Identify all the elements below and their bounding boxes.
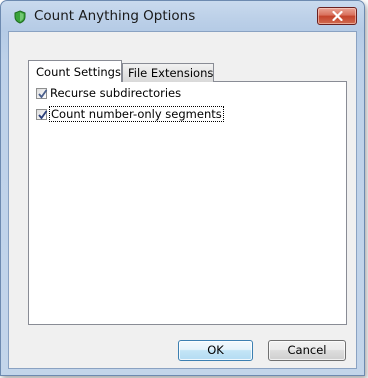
tab-count-settings[interactable]: Count Settings	[28, 60, 122, 82]
window-title: Count Anything Options	[34, 8, 196, 24]
tab-file-extensions[interactable]: File Extensions	[122, 63, 214, 82]
cancel-button[interactable]: Cancel	[268, 340, 346, 361]
checkmark-icon	[38, 88, 48, 98]
count-number-only-segments-label: Count number-only segments	[49, 106, 224, 122]
tab-file-extensions-label: File Extensions	[128, 66, 214, 80]
title-bar[interactable]: Count Anything Options	[1, 1, 364, 31]
count-number-only-segments-checkbox[interactable]	[36, 108, 48, 120]
ok-button[interactable]: OK	[178, 340, 253, 361]
recurse-subdirectories-label: Recurse subdirectories	[50, 86, 182, 100]
close-button[interactable]	[317, 7, 357, 25]
recurse-subdirectories-option[interactable]: Recurse subdirectories	[36, 85, 181, 101]
recurse-subdirectories-checkbox[interactable]	[36, 87, 48, 99]
count-number-only-segments-option[interactable]: Count number-only segments	[36, 106, 224, 122]
checkmark-icon	[38, 109, 48, 119]
tab-count-settings-label: Count Settings	[36, 65, 121, 79]
close-icon	[332, 11, 343, 21]
app-shield-icon	[13, 9, 27, 24]
